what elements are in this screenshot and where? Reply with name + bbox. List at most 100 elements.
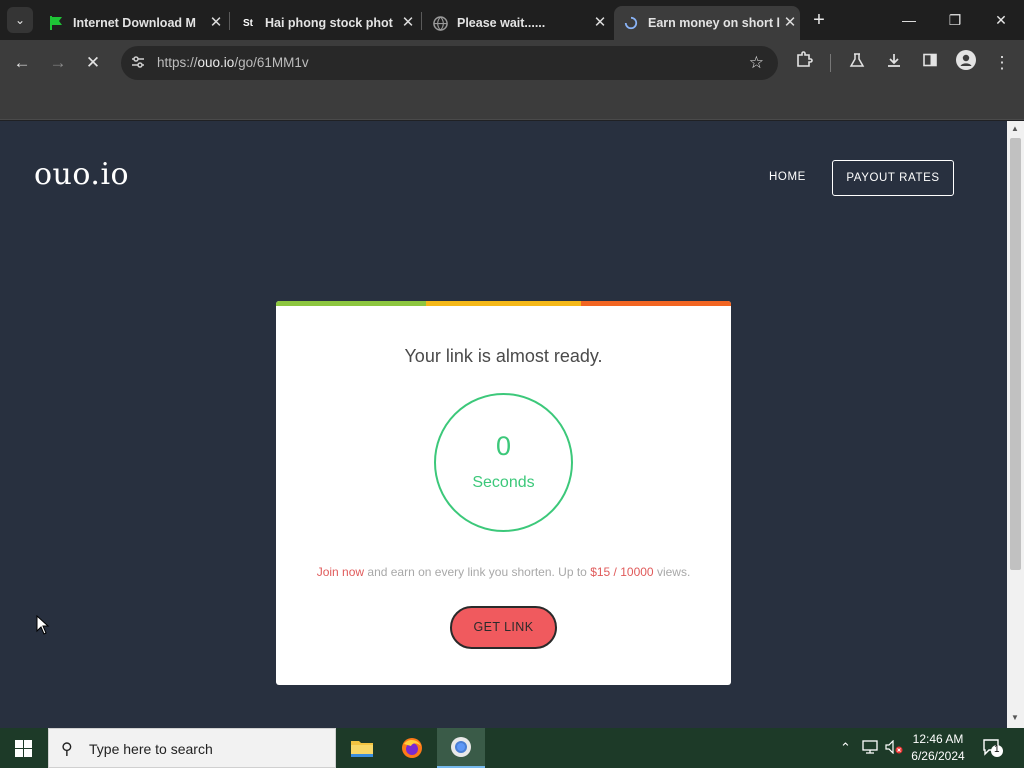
restore-button[interactable]: ❐ [932,0,978,40]
nav-home-link[interactable]: HOME [769,171,806,183]
windows-taskbar: ⚲ Type here to search ⌃ 12:46 AM 6/26/20… [0,728,1024,768]
folder-icon [351,741,373,757]
new-tab-button[interactable]: + [808,9,830,31]
tab-title: Please wait...... [457,16,546,30]
bar-segment-yellow [426,301,581,306]
promo-text: Join now and earn on every link you shor… [306,561,701,583]
downloads-button[interactable] [881,50,907,76]
get-link-button[interactable]: GET LINK [450,606,557,649]
tab-internet-download[interactable]: Internet Download M ✕ [40,6,226,40]
url-scheme: https:// [157,55,198,70]
tab-title: Hai phong stock phot [265,16,393,30]
chrome-menu-button[interactable]: ⋮ [989,50,1015,76]
restore-icon: ❐ [948,12,962,28]
file-explorer-app[interactable] [338,728,386,768]
url-text[interactable]: https://ouo.io/go/61MM1v [157,55,309,70]
tab-divider [421,12,422,30]
notification-count: 1 [994,744,1000,755]
clock-date: 6/26/2024 [911,749,965,763]
browser-toolbar: ← → ✕ https://ouo.io/go/61MM1v ☆ ⋮ [0,40,1024,86]
green-flag-icon [48,15,64,31]
labs-button[interactable] [844,50,870,76]
promo-end: views. [653,565,691,579]
windows-logo-icon [15,740,32,757]
arrow-right-icon: → [49,53,67,72]
tab-strip: ⌄ Internet Download M ✕ St Hai phong sto… [0,0,1024,40]
search-placeholder: Type here to search [89,741,213,757]
card-title: Your link is almost ready. [404,346,603,366]
plus-icon: + [813,9,825,31]
bookmarks-bar [0,86,1024,120]
scroll-up-icon[interactable]: ▲ [1011,124,1019,133]
forward-button[interactable]: → [45,50,71,76]
site-info-icon[interactable] [129,54,147,72]
scroll-down-icon[interactable]: ▼ [1011,713,1019,722]
puzzle-icon [795,51,813,72]
address-bar[interactable]: https://ouo.io/go/61MM1v ☆ [121,46,778,80]
close-tab-icon[interactable]: ✕ [780,13,800,33]
countdown-label: Seconds [472,474,535,491]
nav-payout-rates-button[interactable]: PAYOUT RATES [832,160,954,196]
stop-loading-button[interactable]: ✕ [80,50,106,76]
tab-title: Earn money on short l [648,16,780,30]
chrome-icon [451,737,471,757]
join-now-link[interactable]: Join now [317,565,364,579]
url-host: ouo.io [197,55,235,70]
flask-icon [849,53,865,72]
link-card: Your link is almost ready. 0 Seconds Joi… [276,301,731,685]
bar-segment-green [276,301,426,306]
minimize-icon: — [902,12,916,28]
card-color-bar [276,301,731,306]
mouse-cursor-icon [36,614,50,640]
bookmark-star-icon[interactable]: ☆ [749,53,764,73]
close-tab-icon[interactable]: ✕ [206,13,226,33]
web-page: ouo.io HOME PAYOUT RATES Your link is al… [0,121,1007,728]
loading-icon [623,15,639,31]
stop-icon: ✕ [85,53,101,72]
close-tab-icon[interactable]: ✕ [398,13,418,33]
clock-time: 12:46 AM [912,732,964,746]
extensions-button[interactable] [791,50,817,76]
countdown-value: 0 [495,431,512,461]
action-center-button[interactable]: 1 [982,738,1004,761]
taskbar-search-box[interactable]: ⚲ Type here to search [48,728,336,768]
arrow-left-icon: ← [13,53,31,72]
close-tab-icon[interactable]: ✕ [590,13,610,33]
minimize-button[interactable]: — [886,0,932,40]
search-icon: ⚲ [61,741,73,758]
firefox-app[interactable] [388,728,436,768]
site-logo[interactable]: ouo.io [34,157,129,192]
side-panel-icon [922,53,938,72]
payout-rate: $15 / 10000 [590,565,654,579]
url-path: /go/61MM1v [234,55,309,70]
close-icon: ✕ [995,12,1007,28]
show-hidden-icons-icon[interactable]: ⌃ [840,740,851,756]
avatar-icon [956,50,976,74]
tab-title: Internet Download M [73,16,196,30]
volume-muted-icon[interactable] [885,739,903,757]
more-vertical-icon: ⋮ [993,53,1011,72]
bar-segment-orange [581,301,731,306]
st-icon: St [243,17,253,29]
back-button[interactable]: ← [9,50,35,76]
tab-hai-phong[interactable]: St Hai phong stock phot ✕ [232,6,418,40]
profile-button[interactable] [953,50,979,76]
notification-icon [983,739,1003,757]
system-clock[interactable]: 12:46 AM 6/26/2024 [902,731,974,765]
network-icon[interactable] [862,740,878,757]
start-button[interactable] [0,728,48,768]
toolbar-divider [830,54,831,72]
scrollbar-thumb[interactable] [1010,138,1021,570]
countdown-timer: 0 Seconds [434,393,573,532]
firefox-icon [402,738,422,758]
chrome-app[interactable] [437,728,485,768]
chevron-down-icon: ⌄ [14,13,26,27]
tab-search-button[interactable]: ⌄ [7,7,33,33]
tab-please-wait[interactable]: Please wait...... ✕ [424,6,610,40]
page-scrollbar[interactable]: ▲ ▼ [1007,121,1024,728]
side-panel-button[interactable] [917,50,943,76]
close-window-button[interactable]: ✕ [978,0,1024,40]
globe-icon [432,15,448,31]
tab-earn-money[interactable]: Earn money on short l ✕ [614,6,800,40]
tab-divider [229,12,230,30]
